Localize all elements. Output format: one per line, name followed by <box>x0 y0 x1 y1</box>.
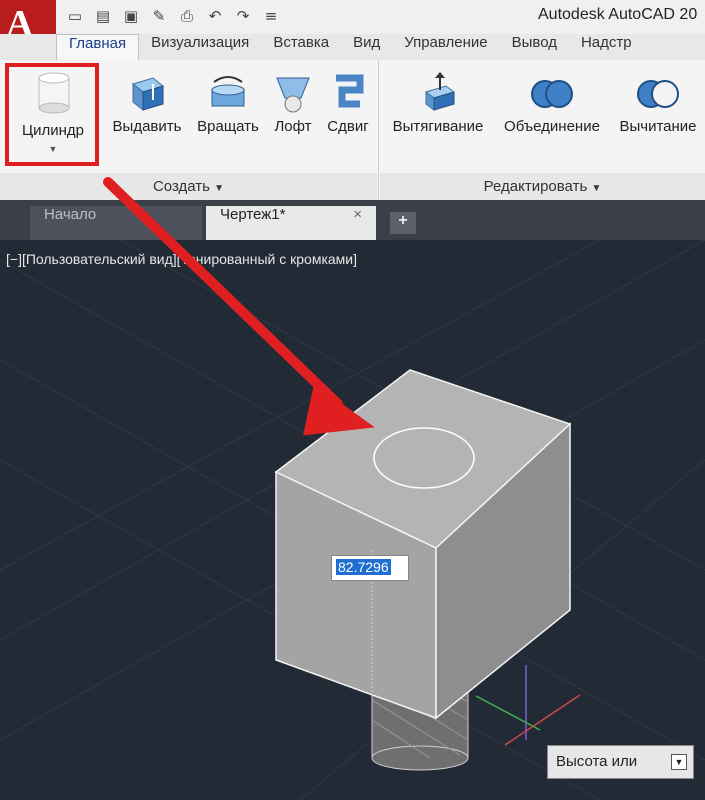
drawing-canvas <box>0 240 705 800</box>
edit-panel-title[interactable]: Редактировать ▼ <box>380 173 705 200</box>
ribbon-tab-bar: Главная Визуализация Вставка Вид Управле… <box>0 34 705 61</box>
tab-view[interactable]: Вид <box>341 34 392 60</box>
print-icon[interactable]: ⎙ <box>176 5 198 27</box>
app-title: Autodesk AutoCAD 20 <box>538 6 698 23</box>
union-button[interactable]: Объединение <box>496 70 608 135</box>
doc-tab-drawing1[interactable]: Чертеж1* × <box>206 206 376 240</box>
tab-manage[interactable]: Управление <box>392 34 499 60</box>
redo-icon[interactable]: ↷ <box>232 5 254 27</box>
loft-button[interactable]: Лофт <box>268 70 318 135</box>
dynamic-input-field[interactable]: 82.7296 <box>331 555 409 581</box>
subtract-icon <box>637 80 679 108</box>
save-icon[interactable]: ▣ <box>120 5 142 27</box>
dynamic-input-value: 82.7296 <box>336 559 391 575</box>
viewport-controls-label[interactable]: [−][Пользовательский вид][Тонированный с… <box>6 251 357 267</box>
save-as-icon[interactable]: ✎ <box>148 5 170 27</box>
revolve-button[interactable]: Вращать <box>192 70 264 135</box>
command-prompt-tooltip: Высота или ▼ <box>547 745 694 779</box>
drawing-viewport[interactable]: [−][Пользовательский вид][Тонированный с… <box>0 240 705 800</box>
extrude-button[interactable]: Выдавить <box>108 70 186 135</box>
tab-insert[interactable]: Вставка <box>261 34 341 60</box>
ribbon-panel: Цилиндр ▼ Выдавить Вращать Лофт Сдвиг Вы… <box>0 60 705 201</box>
doc-tab-start[interactable]: Начало <box>30 206 202 240</box>
revolve-icon <box>211 76 245 107</box>
presspull-button[interactable]: Вытягивание <box>384 70 492 135</box>
tab-visualize[interactable]: Визуализация <box>139 34 261 60</box>
undo-icon[interactable]: ↶ <box>204 5 226 27</box>
close-icon[interactable]: × <box>353 206 362 223</box>
open-icon[interactable]: ▤ <box>92 5 114 27</box>
presspull-icon <box>424 72 456 111</box>
tab-addins[interactable]: Надстр <box>569 34 644 60</box>
panel-divider <box>378 60 379 200</box>
chevron-down-icon: ▼ <box>214 183 225 194</box>
union-icon <box>531 80 573 108</box>
new-tab-button[interactable]: + <box>390 212 416 234</box>
chevron-down-icon: ▼ <box>591 183 602 194</box>
customize-icon[interactable]: ≡ <box>260 5 282 27</box>
title-bar: ▭ ▤ ▣ ✎ ⎙ ↶ ↷ ≡ Autodesk AutoCAD 20 <box>0 0 705 35</box>
document-tab-bar: Начало Чертеж1* × + <box>0 200 705 240</box>
tab-home[interactable]: Главная <box>56 34 140 61</box>
new-icon[interactable]: ▭ <box>64 5 86 27</box>
loft-icon <box>276 77 310 113</box>
create-panel-title[interactable]: Создать ▼ <box>0 173 377 200</box>
subtract-button[interactable]: Вычитание <box>612 70 704 135</box>
sweep-icon <box>336 74 364 108</box>
quick-access-toolbar: ▭ ▤ ▣ ✎ ⎙ ↶ ↷ ≡ <box>64 5 282 27</box>
keyboard-down-arrow-icon[interactable]: ▼ <box>671 754 687 770</box>
tab-output[interactable]: Вывод <box>500 34 569 60</box>
extrude-icon <box>131 77 165 112</box>
sweep-button[interactable]: Сдвиг <box>322 70 374 135</box>
highlight-box <box>5 63 99 166</box>
